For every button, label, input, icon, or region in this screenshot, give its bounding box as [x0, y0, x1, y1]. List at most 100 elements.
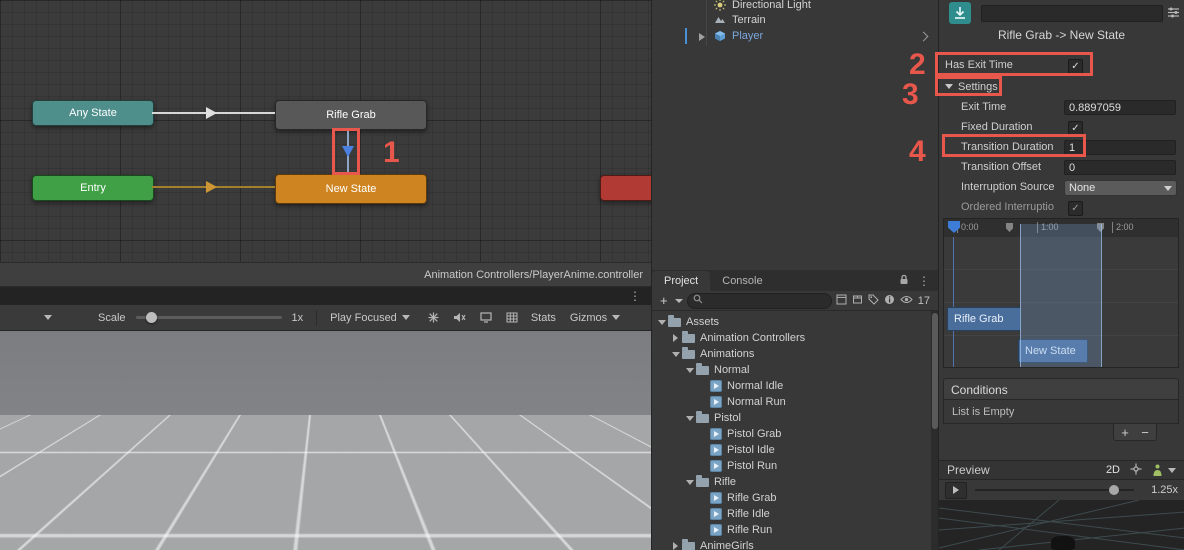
- foldout-arrow-icon[interactable]: [684, 480, 695, 485]
- tree-item-label: Normal Run: [727, 396, 786, 408]
- foldout-arrow-icon[interactable]: [684, 368, 695, 373]
- lock-icon[interactable]: [899, 274, 909, 288]
- interruption-source-dropdown[interactable]: None: [1064, 180, 1177, 196]
- tab-label: Console: [722, 275, 762, 287]
- tree-item-label: Rifle Grab: [727, 492, 777, 504]
- animation-clip-icon: [710, 428, 722, 440]
- tab-console[interactable]: Console: [710, 271, 774, 291]
- search-icon: [693, 294, 703, 307]
- scale-slider-handle[interactable]: [146, 312, 157, 323]
- kebab-menu-icon[interactable]: ⋮: [918, 272, 930, 290]
- gizmos-dropdown[interactable]: Gizmos: [566, 312, 624, 324]
- playhead-line: [953, 237, 954, 367]
- gizmos-label: Gizmos: [570, 312, 607, 324]
- preview-speed-handle[interactable]: [1109, 485, 1119, 495]
- ordered-interruption-checkbox[interactable]: ✓: [1068, 201, 1083, 216]
- tree-item[interactable]: Rifle Grab: [652, 490, 931, 506]
- hierarchy-item-terrain[interactable]: Terrain: [652, 12, 938, 28]
- scale-slider[interactable]: [136, 316, 282, 319]
- mute-audio-icon[interactable]: [453, 312, 466, 323]
- grid-icon[interactable]: [506, 312, 518, 323]
- range-marker-icon[interactable]: [1006, 223, 1013, 232]
- unity-editor-window: Any State Rifle Grab Entry New State Ani…: [0, 0, 1184, 550]
- avatar-preview-dropdown[interactable]: [1152, 464, 1176, 476]
- remove-condition-button[interactable]: −: [1135, 425, 1155, 440]
- tree-item[interactable]: Normal Idle: [652, 378, 931, 394]
- label-icon[interactable]: [868, 294, 879, 308]
- transition-arrow-icon[interactable]: [206, 107, 217, 119]
- exit-time-field[interactable]: 0.8897059: [1064, 100, 1176, 115]
- preview-header[interactable]: Preview 2D: [939, 460, 1184, 480]
- hidden-count: 17: [918, 295, 930, 307]
- foldout-arrow-icon[interactable]: [684, 416, 695, 421]
- tree-item[interactable]: Normal Run: [652, 394, 931, 410]
- range-marker-icon[interactable]: [1097, 223, 1104, 232]
- presets-icon[interactable]: [1167, 7, 1180, 21]
- state-node-exit[interactable]: [600, 175, 654, 201]
- tree-item[interactable]: Rifle: [652, 474, 931, 490]
- search-input[interactable]: [687, 293, 832, 309]
- tree-item-label: Animation Controllers: [700, 332, 805, 344]
- info-icon[interactable]: [884, 294, 895, 308]
- tree-item[interactable]: Normal: [652, 362, 931, 378]
- tree-item[interactable]: Pistol Grab: [652, 426, 931, 442]
- folder-icon: [682, 350, 695, 359]
- field-label: Ordered Interruptio: [961, 201, 1054, 213]
- transition-name-field[interactable]: [981, 5, 1163, 22]
- transition-offset-field[interactable]: 0: [1064, 160, 1176, 175]
- stats-button[interactable]: Stats: [531, 312, 556, 324]
- foldout-arrow-icon[interactable]: [670, 542, 681, 550]
- folder-icon: [696, 366, 709, 375]
- tree-item[interactable]: AnimeGirls: [652, 538, 931, 550]
- tree-item[interactable]: Animation Controllers: [652, 330, 931, 346]
- chevron-down-icon: [612, 315, 620, 320]
- state-node-entry[interactable]: Entry: [32, 175, 154, 201]
- package-icon[interactable]: [852, 294, 863, 308]
- transition-timeline[interactable]: 0:00 1:00 2:00 Rifle Grab New State: [943, 218, 1179, 368]
- preview-play-button[interactable]: [945, 482, 967, 499]
- animator-graph[interactable]: Any State Rifle Grab Entry New State: [0, 0, 651, 262]
- tree-item[interactable]: Pistol Run: [652, 458, 931, 474]
- chevron-down-icon: [1168, 468, 1176, 473]
- hierarchy-item-player[interactable]: Player: [652, 28, 938, 44]
- tree-item[interactable]: Pistol: [652, 410, 931, 426]
- preview-title: Preview: [947, 463, 990, 477]
- timeline-track-area[interactable]: Rifle Grab New State: [944, 237, 1178, 367]
- game-viewport[interactable]: [0, 331, 651, 550]
- tree-item-label: Normal: [714, 364, 749, 376]
- annotation-box-1: [332, 128, 360, 175]
- eye-icon[interactable]: [900, 295, 913, 307]
- timeline-bar-rifle-grab[interactable]: Rifle Grab: [947, 307, 1021, 331]
- state-node-any-state[interactable]: Any State: [32, 100, 154, 126]
- tab-project[interactable]: Project: [652, 271, 710, 291]
- display-dropdown[interactable]: [0, 315, 56, 320]
- tree-item-assets[interactable]: Assets: [652, 314, 931, 330]
- transition-title: Rifle Grab -> New State: [939, 28, 1184, 42]
- field-label: Fixed Duration: [961, 121, 1033, 133]
- preview-2d-toggle[interactable]: 2D: [1106, 464, 1120, 476]
- state-node-rifle-grab[interactable]: Rifle Grab: [275, 100, 427, 130]
- tree-item[interactable]: Animations: [652, 346, 931, 362]
- foldout-arrow-icon[interactable]: [670, 352, 681, 357]
- tree-item[interactable]: Rifle Run: [652, 522, 931, 538]
- project-tree[interactable]: Assets Animation Controllers Animations …: [652, 311, 931, 550]
- window-icon[interactable]: [836, 294, 847, 308]
- tree-item[interactable]: Rifle Idle: [652, 506, 931, 522]
- pivot-icon[interactable]: [1130, 463, 1142, 478]
- add-condition-button[interactable]: +: [1115, 425, 1135, 440]
- state-node-new-state[interactable]: New State: [275, 174, 427, 204]
- preview-speed-slider[interactable]: [975, 489, 1134, 491]
- timeline-bar-new-state[interactable]: New State: [1018, 339, 1088, 363]
- hierarchy-panel[interactable]: Directional Light Terrain Player: [652, 0, 938, 270]
- transition-arrow-icon[interactable]: [206, 181, 217, 193]
- foldout-arrow-icon[interactable]: [656, 320, 667, 325]
- preview-viewport[interactable]: [939, 500, 1184, 550]
- create-asset-button[interactable]: [660, 293, 683, 308]
- timeline-ruler[interactable]: 0:00 1:00 2:00: [944, 219, 1178, 238]
- tree-item[interactable]: Pistol Idle: [652, 442, 931, 458]
- sparkle-icon[interactable]: [428, 312, 439, 323]
- play-focused-dropdown[interactable]: Play Focused: [326, 312, 414, 324]
- monitor-icon[interactable]: [480, 312, 492, 323]
- kebab-menu-icon[interactable]: ⋮: [629, 287, 641, 305]
- foldout-arrow-icon[interactable]: [670, 334, 681, 342]
